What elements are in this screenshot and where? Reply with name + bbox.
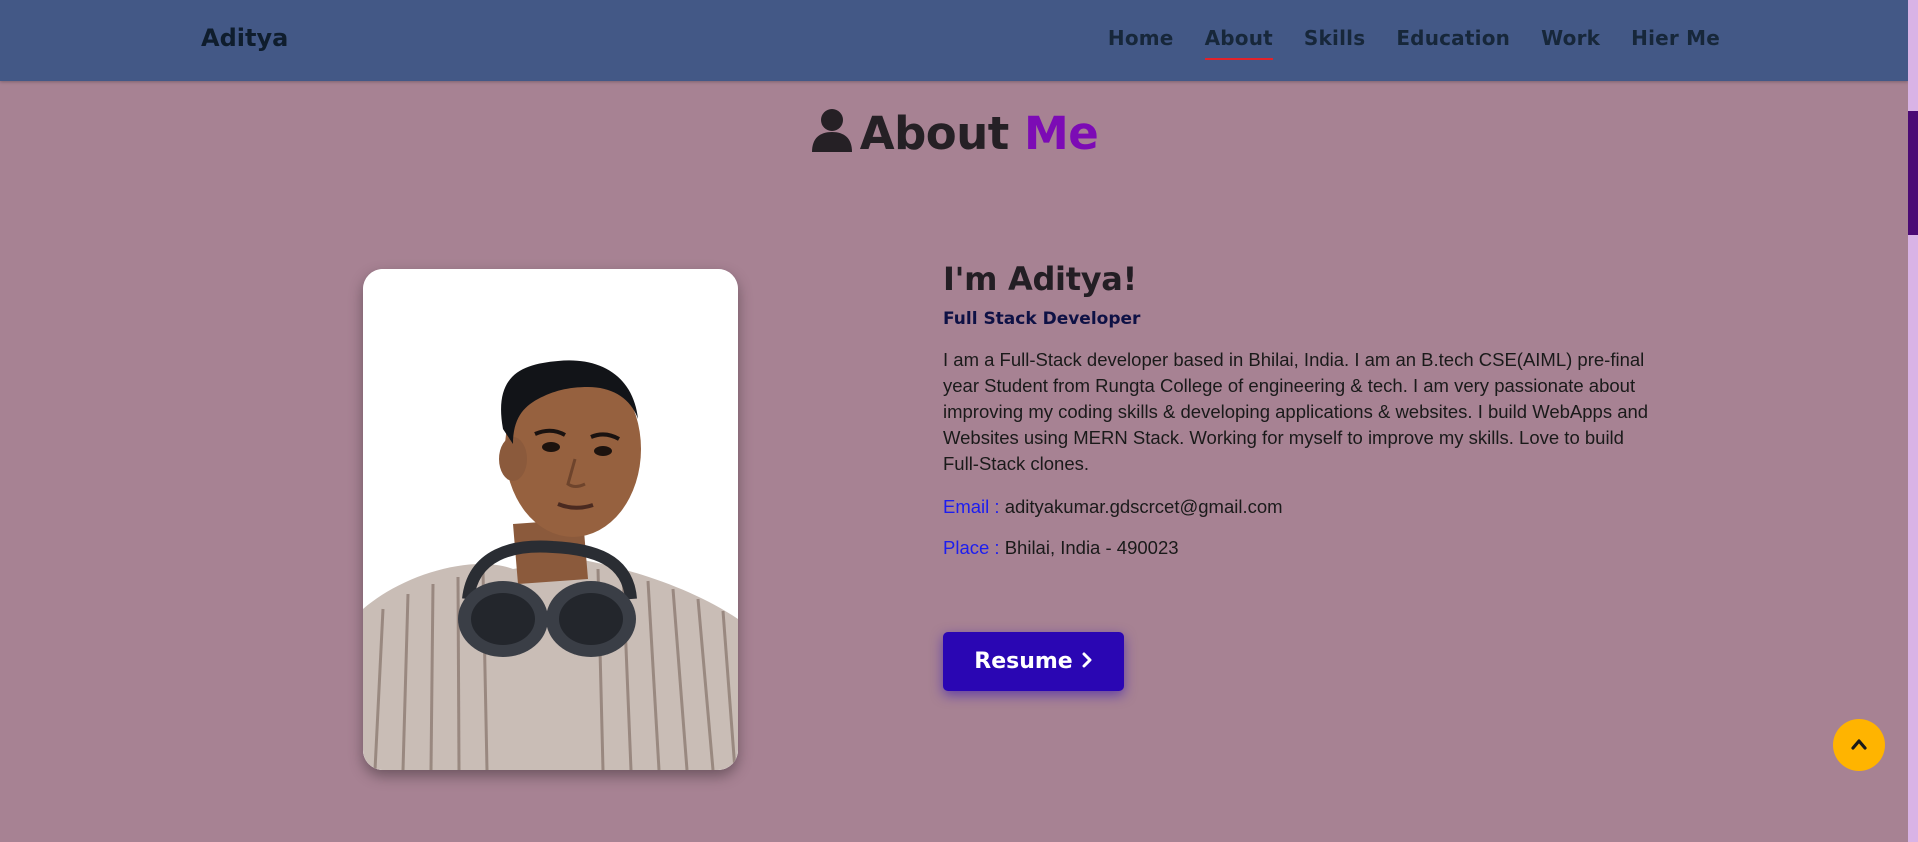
place-line: Place : Bhilai, India - 490023 (943, 537, 1658, 559)
page-scrollbar[interactable] (1908, 0, 1918, 842)
user-icon (810, 108, 854, 163)
resume-button[interactable]: Resume (943, 632, 1124, 691)
site-header: Aditya Home About Skills Education Work … (0, 0, 1908, 81)
about-content: I'm Aditya! Full Stack Developer I am a … (943, 260, 1658, 691)
nav-about[interactable]: About (1204, 26, 1274, 60)
resume-button-label: Resume (974, 649, 1073, 674)
role-subtitle: Full Stack Developer (943, 309, 1141, 329)
section-title-main: About (859, 107, 1010, 160)
bio-paragraph: I am a Full-Stack developer based in Bhi… (943, 349, 1649, 474)
section-title-accent: Me (1023, 107, 1099, 160)
nav-education[interactable]: Education (1396, 26, 1510, 60)
chevron-up-icon (1850, 737, 1868, 754)
nav-work[interactable]: Work (1541, 26, 1600, 60)
scroll-to-top-button[interactable] (1833, 719, 1885, 771)
scrollbar-thumb[interactable] (1908, 111, 1918, 235)
email-line: Email : adityakumar.gdscrcet@gmail.com (943, 496, 1658, 518)
nav-skills[interactable]: Skills (1304, 26, 1365, 60)
profile-photo (363, 269, 738, 770)
nav-hire-me[interactable]: Hier Me (1631, 26, 1720, 60)
greeting-heading: I'm Aditya! (943, 260, 1137, 298)
nav-home[interactable]: Home (1108, 26, 1174, 60)
email-label: Email : (943, 496, 1000, 517)
email-value: adityakumar.gdscrcet@gmail.com (1004, 496, 1283, 517)
chevron-right-icon (1081, 649, 1093, 674)
place-label: Place : (943, 537, 1000, 558)
site-logo[interactable]: Aditya (201, 24, 288, 52)
profile-portrait-image (363, 269, 738, 770)
main-nav: Home About Skills Education Work Hier Me (1108, 26, 1720, 60)
place-value: Bhilai, India - 490023 (1004, 537, 1179, 558)
section-title: About Me (0, 107, 1908, 163)
